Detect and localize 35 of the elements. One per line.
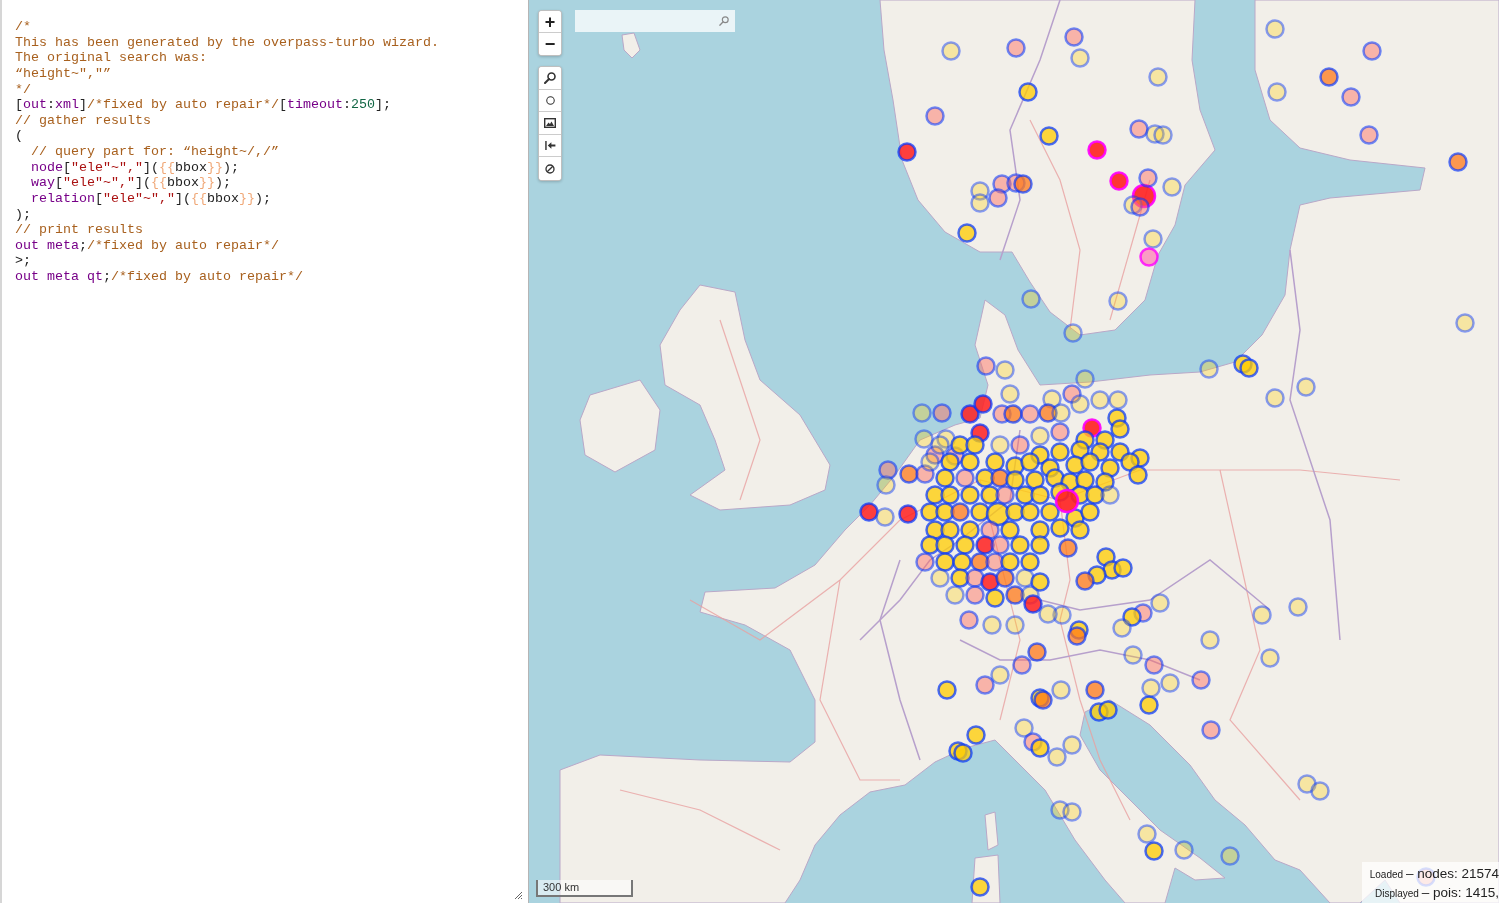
code-line: relation["ele"~","]({{bbox}}); (31, 190, 271, 207)
arrow-left-to-line-icon (544, 141, 556, 151)
code-line: /* (15, 19, 31, 35)
code-line: ( (15, 128, 23, 144)
zoom-in-button[interactable]: + (539, 11, 561, 33)
ban-icon (545, 163, 555, 174)
image-icon (544, 118, 556, 128)
code-line: // gather results (15, 112, 151, 129)
code-line: ); (15, 206, 31, 223)
code-line: This has been generated by the overpass-turbo wizard. (15, 34, 439, 51)
search-icon (719, 16, 729, 26)
search-icon (544, 71, 556, 84)
code-line: */ (15, 81, 31, 98)
code-line: node["ele"~","]({{bbox}}); (31, 159, 239, 176)
code-line: // query part for: “height~/,/” (31, 144, 279, 160)
image-button[interactable] (539, 112, 561, 135)
ban-button[interactable] (539, 157, 561, 180)
status-line: Displayed – pois: 1415, (1375, 884, 1499, 902)
code-line: [out:xml]/*fixed by auto repair*/[timeout:250]; (15, 97, 391, 113)
circle-icon (545, 95, 555, 105)
circle-button[interactable] (539, 89, 561, 113)
code-line: // print results (15, 222, 143, 238)
code-line: >; (15, 253, 31, 269)
search-button[interactable] (539, 67, 561, 90)
code-line: way["ele"~","]({{bbox}}); (31, 175, 231, 191)
code-line: The original search was: (15, 50, 207, 66)
status-line: Loaded – nodes: 21574 (1369, 865, 1499, 883)
code-line: out meta qt;/*fixed by auto repair*/ (15, 269, 303, 285)
arrow-left-to-line-button[interactable] (539, 134, 561, 158)
search-field[interactable] (575, 10, 735, 32)
code-line: “height~","” (15, 65, 111, 82)
scale-bar: 300 km (536, 880, 633, 897)
code-line: out meta;/*fixed by auto repair*/ (15, 237, 279, 254)
zoom-out-button[interactable]: − (539, 33, 561, 55)
resize-grip-icon[interactable] (514, 891, 523, 900)
